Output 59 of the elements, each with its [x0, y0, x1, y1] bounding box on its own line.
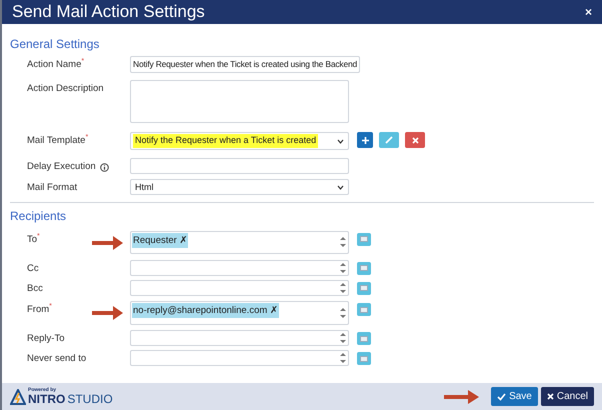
close-button[interactable]: × — [584, 3, 592, 21]
list-icon — [360, 265, 368, 271]
list-icon — [360, 236, 368, 242]
spinner-arrows-icon[interactable] — [340, 236, 346, 248]
delete-button[interactable] — [405, 132, 425, 148]
address-book-button[interactable] — [357, 232, 371, 246]
text-field[interactable] — [130, 158, 349, 174]
address-book-button[interactable] — [357, 262, 371, 274]
close-icon — [546, 393, 554, 400]
list-icon — [360, 285, 368, 292]
close-icon — [412, 136, 418, 144]
chevron-down-icon — [337, 138, 344, 144]
text-field[interactable]: Notify Requester when the Ticket is created using the Backend — [130, 56, 360, 73]
list-icon — [360, 356, 368, 362]
recipient-field[interactable]: Requester ✗ — [130, 230, 349, 254]
window-title: Send Mail Action Settings — [12, 1, 205, 24]
spinner-arrows-icon[interactable] — [340, 307, 346, 319]
address-book-button[interactable] — [357, 303, 371, 316]
recipient-token[interactable]: no-reply@sharepointonline.com ✗ — [132, 303, 279, 318]
edit-button[interactable] — [379, 132, 399, 148]
section-title: General Settings — [10, 36, 100, 52]
address-book-button[interactable] — [357, 352, 371, 366]
select-field[interactable]: Notify the Requester when a Ticket is created — [130, 132, 349, 150]
field-label: Bcc — [27, 282, 43, 296]
field-label: Action Name$^{*}$ — [27, 58, 84, 72]
chevron-down-icon — [337, 184, 344, 190]
recipient-token[interactable]: Requester ✗ — [132, 232, 188, 248]
check-icon — [497, 392, 506, 400]
recipient-field[interactable] — [130, 350, 349, 366]
spinner-arrows-icon[interactable] — [340, 332, 346, 344]
field-label: Mail Template$^{*}$ — [27, 134, 88, 148]
plus-icon — [362, 136, 368, 144]
field-label: Cc — [27, 262, 39, 276]
field-label: Action Description — [27, 82, 104, 96]
pencil-icon — [385, 136, 393, 144]
address-book-button[interactable] — [357, 332, 371, 345]
field-label: Mail Format — [27, 181, 78, 196]
field-label: Reply-To — [27, 332, 64, 346]
recipient-field[interactable] — [130, 260, 349, 276]
select-field[interactable]: Html — [130, 179, 349, 196]
field-label: From$^{*}$ — [27, 303, 52, 317]
add-button[interactable] — [357, 132, 373, 148]
recipient-field[interactable] — [130, 330, 349, 346]
recipient-field[interactable] — [130, 280, 349, 296]
lightning-triangle-icon — [10, 389, 26, 405]
field-label: Delay Execution — [27, 160, 96, 174]
spinner-arrows-icon[interactable] — [340, 352, 346, 364]
address-book-button[interactable] — [357, 282, 371, 295]
field-label: Never send to — [27, 352, 86, 366]
spinner-arrows-icon[interactable] — [340, 282, 346, 294]
section-title: Recipients — [10, 208, 66, 224]
save-button[interactable]: Save — [491, 387, 538, 406]
list-icon — [360, 336, 368, 342]
field-label: To$^{*}$ — [27, 232, 40, 246]
recipient-field[interactable]: no-reply@sharepointonline.com ✗ — [130, 301, 349, 325]
cancel-button[interactable]: Cancel — [540, 387, 594, 406]
list-icon — [360, 306, 368, 312]
spinner-arrows-icon[interactable] — [340, 262, 346, 274]
textarea-field[interactable] — [130, 80, 349, 123]
